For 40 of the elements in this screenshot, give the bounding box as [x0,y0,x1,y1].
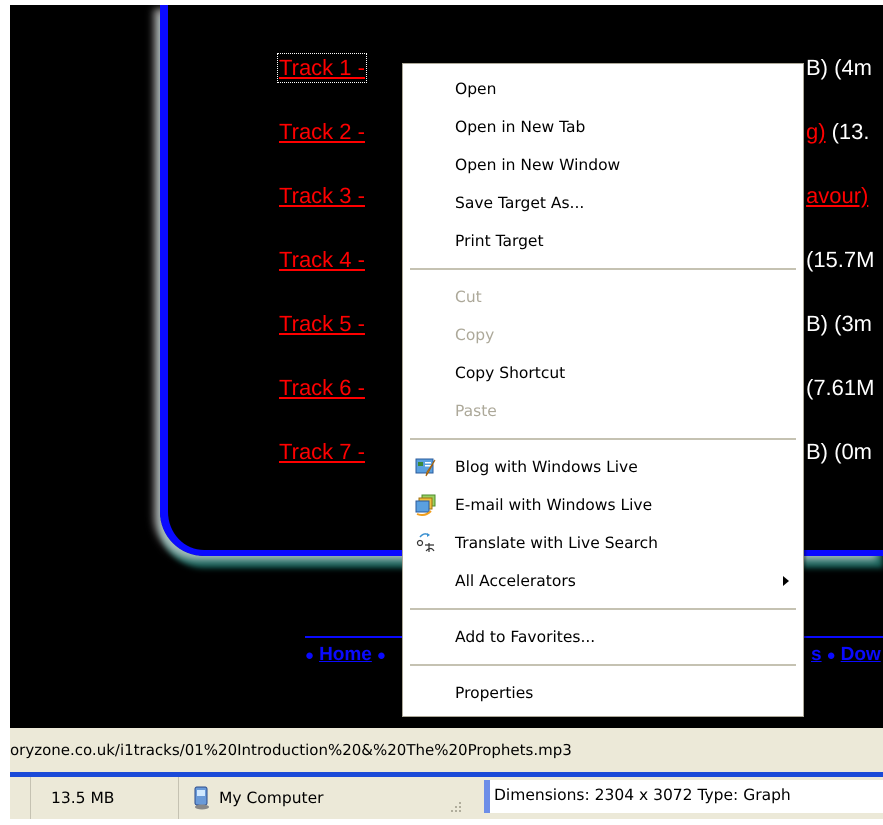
blog-icon [415,456,437,478]
translate-icon [415,532,437,554]
bullet-icon: ● [826,646,836,664]
context-menu-item[interactable]: Copy Shortcut [403,354,803,392]
zone-text: My Computer [219,789,324,807]
file-size-text: 13.5 MB [51,789,114,807]
context-menu-item[interactable]: Blog with Windows Live [403,448,803,486]
bullet-icon: ● [376,646,386,664]
computer-icon [193,786,211,810]
context-menu-item[interactable]: Translate with Live Search [403,524,803,562]
track-link[interactable]: Track 2 - [279,119,365,145]
track-info: (7.61M [806,375,874,401]
track-link[interactable]: Track 5 - [279,311,365,337]
track-info: B) (3m [806,311,872,337]
bullet-icon: ● [305,646,314,664]
link-url-text: oryzone.co.uk/i1tracks/01%20Introduction%20&%20The%20Prophets.mp3 [10,741,572,759]
track-link[interactable]: Track 7 - [279,439,365,465]
context-menu-item[interactable]: E-mail with Windows Live [403,486,803,524]
context-menu-item[interactable]: Open [403,70,803,108]
track-link[interactable]: g) [806,119,826,145]
submenu-arrow-icon [783,576,789,586]
track-info: (15.7M [806,247,874,273]
track-info: (13. [832,119,870,145]
context-menu-item[interactable]: Properties [403,674,803,712]
track-link[interactable]: Track 6 - [279,375,365,401]
track-link[interactable]: Track 4 - [279,247,365,273]
context-menu-item[interactable]: Add to Favorites... [403,618,803,656]
track-info: B) (4m [806,55,872,81]
email-icon [415,494,437,516]
resize-grip-icon [450,801,462,813]
context-menu-item[interactable]: Open in New Tab [403,108,803,146]
track-info: B) (0m [806,439,872,465]
context-menu-item[interactable]: Print Target [403,222,803,260]
track-link[interactable]: Track 1 - [279,55,365,81]
track-link[interactable]: Track 3 - [279,183,365,209]
context-menu-item[interactable]: Open in New Window [403,146,803,184]
context-menu-item[interactable]: All Accelerators [403,562,803,600]
track-link[interactable]: avour) [806,183,868,209]
dimensions-text: Dimensions: 2304 x 3072 Type: Graph [494,785,791,804]
context-menu-item[interactable]: Save Target As... [403,184,803,222]
